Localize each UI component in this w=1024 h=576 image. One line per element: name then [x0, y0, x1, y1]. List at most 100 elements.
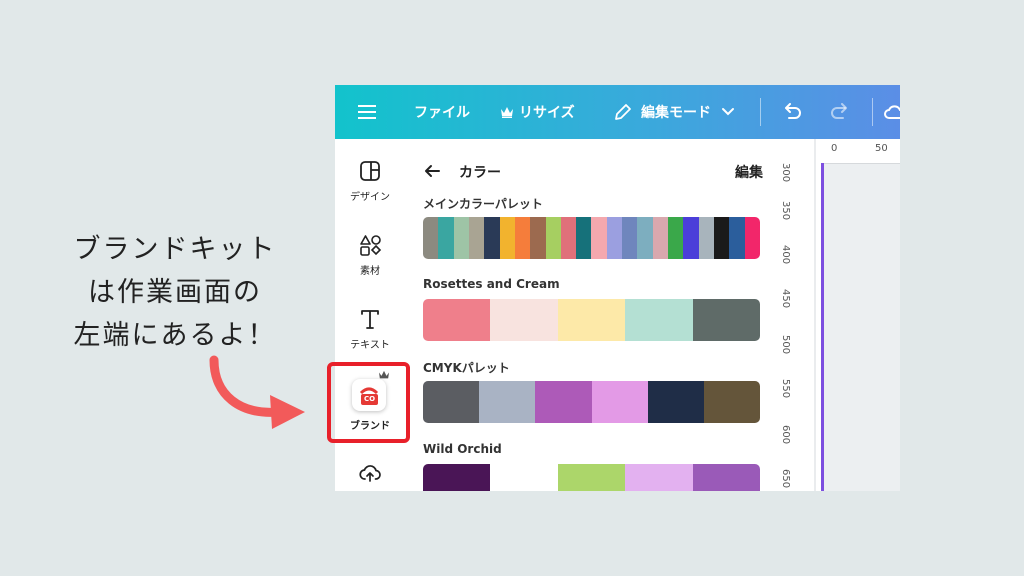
color-swatch[interactable] — [625, 464, 693, 491]
color-swatch[interactable] — [637, 217, 653, 259]
text-icon — [361, 310, 379, 329]
curved-arrow-icon — [209, 355, 305, 429]
toolbar-divider — [872, 98, 873, 126]
color-swatch[interactable] — [453, 217, 469, 259]
crown-icon — [501, 107, 513, 118]
ruler-tick-label: 350 — [780, 201, 791, 221]
color-swatch[interactable] — [703, 381, 760, 423]
color-swatch[interactable] — [499, 217, 515, 259]
color-swatch[interactable] — [490, 464, 558, 491]
palette-name: CMYKパレット — [423, 361, 510, 375]
file-menu-button[interactable]: ファイル — [414, 85, 470, 139]
undo-icon — [785, 103, 801, 119]
hamburger-icon — [358, 105, 376, 119]
ruler-tick-label: 650 — [780, 469, 791, 489]
palette-name: Wild Orchid — [423, 442, 502, 456]
color-swatch[interactable] — [668, 217, 684, 259]
color-panel: カラー 編集 メインカラーパレット Rosettes and Cream CMY… — [405, 139, 775, 491]
sidebar-item-elements[interactable]: 素材 — [335, 231, 405, 295]
color-swatch[interactable] — [423, 464, 491, 491]
edit-mode-label: 編集モード — [641, 105, 711, 121]
color-swatch[interactable] — [576, 217, 592, 259]
annotation-line: ブランドキット — [73, 234, 277, 265]
color-swatch[interactable] — [692, 464, 760, 491]
design-layout-icon — [360, 161, 380, 181]
color-swatch[interactable] — [652, 217, 668, 259]
chevron-down-icon — [722, 108, 734, 116]
sidebar-item-label: テキスト — [350, 340, 390, 351]
redo-button[interactable] — [829, 85, 851, 139]
back-arrow-icon[interactable] — [423, 163, 441, 179]
color-swatch[interactable] — [647, 381, 704, 423]
resize-button[interactable]: リサイズ — [500, 85, 575, 139]
panel-header: カラー 編集 — [423, 159, 763, 183]
color-swatch[interactable] — [692, 299, 760, 341]
palette-swatches[interactable] — [423, 464, 760, 491]
ruler-tick-label: 0 — [831, 143, 838, 154]
color-swatch[interactable] — [535, 381, 592, 423]
sidebar-item-text[interactable]: テキスト — [335, 305, 405, 369]
annotation-line: は作業画面の — [88, 277, 262, 308]
horizontal-ruler: 0 50 — [823, 139, 900, 164]
top-toolbar: ファイル リサイズ 編集モード — [335, 85, 900, 139]
color-swatch[interactable] — [591, 217, 607, 259]
color-swatch[interactable] — [468, 217, 485, 259]
canvas-area[interactable]: 300 350 400 450 500 550 600 650 0 50 — [775, 139, 900, 491]
brand-highlight-box — [327, 362, 410, 443]
edit-mode-button[interactable]: 編集モード — [613, 85, 735, 139]
color-swatch[interactable] — [606, 217, 623, 259]
color-swatch[interactable] — [560, 217, 577, 259]
color-swatch[interactable] — [557, 464, 626, 491]
ruler-tick-label: 400 — [780, 245, 791, 265]
color-swatch[interactable] — [545, 217, 561, 259]
cloud-icon — [884, 105, 900, 119]
ruler-tick-label: 50 — [875, 143, 888, 154]
palette-name: Rosettes and Cream — [423, 277, 560, 291]
palette-swatches[interactable] — [423, 217, 760, 259]
color-swatch[interactable] — [479, 381, 536, 423]
edit-button[interactable]: 編集 — [735, 162, 763, 182]
color-swatch[interactable] — [423, 217, 439, 259]
toolbar-divider — [760, 98, 761, 126]
ruler-tick-label: 300 — [780, 163, 791, 183]
editor-window: ファイル リサイズ 編集モード デザイン 素材 テキスト CO ブランド カラー… — [335, 85, 900, 491]
ruler-tick-label: 550 — [780, 379, 791, 399]
color-swatch[interactable] — [514, 217, 531, 259]
sidebar-item-label: デザイン — [350, 192, 390, 203]
color-swatch[interactable] — [557, 299, 626, 341]
palette-swatches[interactable] — [423, 299, 760, 341]
color-swatch[interactable] — [713, 217, 730, 259]
color-swatch[interactable] — [622, 217, 638, 259]
resize-label: リサイズ — [519, 105, 575, 121]
pencil-icon — [615, 104, 631, 120]
color-swatch[interactable] — [438, 217, 454, 259]
undo-button[interactable] — [781, 85, 803, 139]
vertical-ruler: 300 350 400 450 500 550 600 650 — [775, 139, 824, 491]
elements-shapes-icon — [360, 235, 382, 256]
color-swatch[interactable] — [530, 217, 546, 259]
cloud-save-button[interactable] — [883, 85, 900, 139]
panel-title: カラー — [459, 165, 501, 181]
sidebar-item-label: 素材 — [360, 266, 380, 277]
color-swatch[interactable] — [490, 299, 558, 341]
ruler-tick-label: 500 — [780, 335, 791, 355]
color-swatch[interactable] — [484, 217, 500, 259]
color-swatch[interactable] — [683, 217, 699, 259]
color-swatch[interactable] — [591, 381, 648, 423]
color-swatch[interactable] — [625, 299, 693, 341]
menu-button[interactable] — [357, 85, 377, 139]
palette-swatches[interactable] — [423, 381, 760, 423]
color-swatch[interactable] — [698, 217, 714, 259]
color-swatch[interactable] — [744, 217, 760, 259]
color-swatch[interactable] — [729, 217, 745, 259]
color-swatch[interactable] — [423, 299, 491, 341]
cloud-upload-icon — [359, 465, 381, 482]
ruler-tick-label: 450 — [780, 289, 791, 309]
page-guide-line — [821, 163, 824, 491]
sidebar-item-design[interactable]: デザイン — [335, 157, 405, 221]
redo-icon — [831, 103, 847, 119]
sidebar-item-uploads[interactable] — [335, 459, 405, 491]
color-swatch[interactable] — [423, 381, 480, 423]
ruler-tick-label: 600 — [780, 425, 791, 445]
palette-name: メインカラーパレット — [423, 197, 543, 211]
